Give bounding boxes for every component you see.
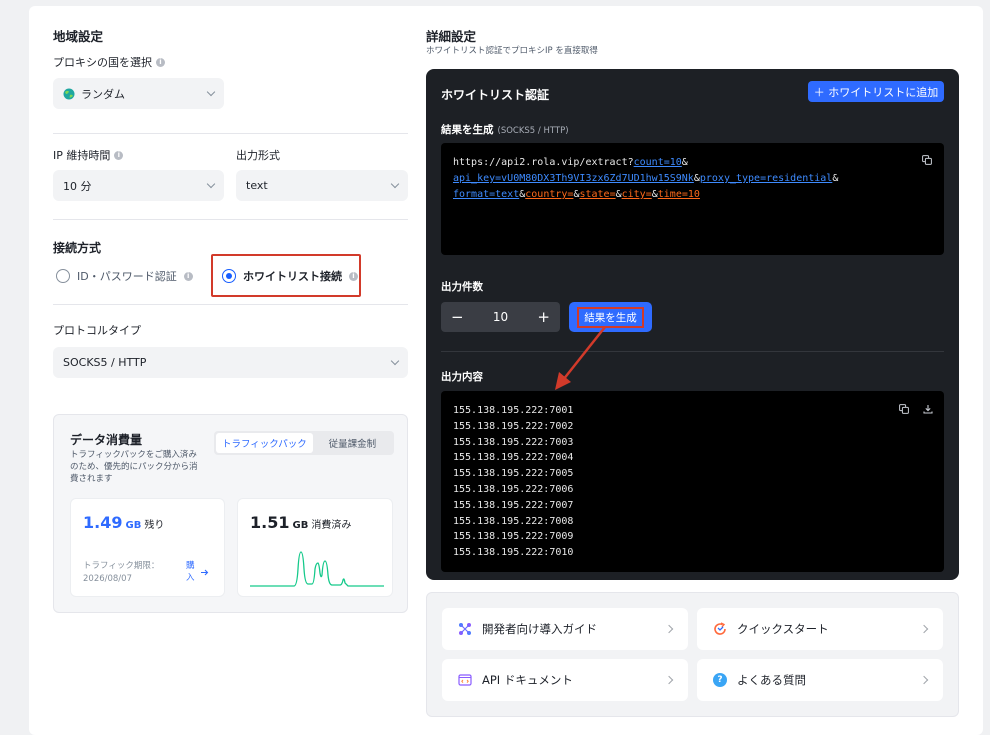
- buy-link[interactable]: 購入: [186, 560, 209, 584]
- protocol-select[interactable]: SOCKS5 / HTTP: [53, 347, 408, 378]
- count-stepper[interactable]: − 10 +: [441, 302, 560, 332]
- info-icon[interactable]: i: [349, 271, 358, 281]
- output-format-select[interactable]: text: [236, 170, 408, 201]
- region-title: 地域設定: [53, 29, 104, 44]
- globe-icon: [63, 88, 75, 99]
- api-docs-icon: [458, 674, 472, 686]
- question-icon: ?: [713, 673, 727, 687]
- output-line: 155.138.195.222:7005: [453, 468, 574, 480]
- radio-button-selected[interactable]: [222, 269, 236, 283]
- api-url[interactable]: https://api2.rola.vip/extract?count=10& …: [453, 155, 913, 203]
- output-format-value: text: [246, 179, 268, 192]
- main-card: 地域設定 プロキシの国を選択 i ランダム IP 維持時間 i 10 分 出力形…: [29, 6, 983, 735]
- output-lines: 155.138.195.222:7001 155.138.195.222:7002…: [453, 403, 573, 561]
- radio-whitelist[interactable]: ホワイトリスト接続 i: [222, 268, 358, 284]
- api-docs-link[interactable]: API ドキュメント: [442, 659, 688, 701]
- output-line: 155.138.195.222:7001: [453, 405, 574, 416]
- radio-password-label: ID・パスワード認証: [77, 270, 177, 283]
- remaining-card: 1.49 GB 残り トラフィック期限： 2026/08/07 購入: [70, 498, 225, 597]
- info-icon[interactable]: i: [114, 150, 124, 160]
- output-line: 155.138.195.222:7002: [453, 420, 574, 432]
- arrow-right-icon: [201, 569, 209, 575]
- divider: [441, 351, 944, 352]
- chevron-right-icon: [919, 624, 929, 634]
- data-usage-title: データ消費量: [70, 433, 143, 447]
- info-icon[interactable]: i: [183, 271, 193, 281]
- count-value[interactable]: 10: [493, 310, 508, 324]
- protocol-value: SOCKS5 / HTTP: [63, 356, 147, 369]
- divider: [53, 219, 408, 220]
- developer-guide-icon: [459, 623, 471, 635]
- data-usage-description: トラフィックパックをご購入済みのため、優先的にパック分から消費されます: [70, 450, 198, 484]
- faq-link[interactable]: ? よくある質問: [697, 659, 943, 701]
- divider: [53, 133, 408, 134]
- count-label: 出力件数: [441, 281, 483, 293]
- chevron-down-icon: [206, 179, 216, 189]
- whitelist-panel: ホワイトリスト認証 ＋ ホワイトリストに追加 結果を生成 (SOCKS5 / H…: [426, 69, 959, 580]
- chevron-down-icon: [206, 87, 216, 97]
- remaining-amount: 1.49 GB 残り: [83, 513, 165, 532]
- usage-tab-group: トラフィックパック 従量課金制: [214, 431, 394, 455]
- add-whitelist-button[interactable]: ＋ ホワイトリストに追加: [808, 81, 944, 102]
- consumed-card: 1.51 GB 消費済み: [237, 498, 393, 597]
- connection-title: 接続方式: [53, 241, 102, 255]
- output-line: 155.138.195.222:7007: [453, 499, 574, 511]
- advanced-subtitle: ホワイトリスト認証でプロキシIP を直接取得: [426, 46, 598, 56]
- ip-duration-select[interactable]: 10 分: [53, 170, 224, 201]
- output-format-label: 出力形式: [236, 149, 280, 162]
- output-box: 155.138.195.222:7001 155.138.195.222:7002…: [441, 391, 944, 572]
- data-usage-panel: データ消費量 トラフィックパックをご購入済みのため、優先的にパック分から消費され…: [53, 414, 408, 613]
- quickstart-icon: [714, 622, 726, 635]
- radio-password[interactable]: ID・パスワード認証 i: [56, 268, 193, 284]
- output-line: 155.138.195.222:7003: [453, 436, 574, 448]
- radio-whitelist-label: ホワイトリスト接続: [243, 270, 342, 283]
- country-select[interactable]: ランダム: [53, 78, 224, 109]
- result-label: 結果を生成 (SOCKS5 / HTTP): [441, 124, 569, 136]
- chevron-right-icon: [664, 624, 674, 634]
- chevron-down-icon: [390, 356, 400, 366]
- advanced-title: 詳細設定: [426, 29, 477, 44]
- info-icon[interactable]: i: [156, 57, 165, 67]
- chevron-right-icon: [919, 675, 929, 685]
- consumed-amount: 1.51 GB 消費済み: [250, 513, 352, 532]
- developer-guide-link[interactable]: 開発者向け導入ガイド: [442, 608, 688, 650]
- ip-duration-label: IP 維持時間 i: [53, 147, 124, 163]
- chevron-right-icon: [664, 675, 674, 685]
- copy-icon[interactable]: [922, 155, 932, 165]
- ip-duration-value: 10 分: [63, 179, 92, 193]
- quickstart-link[interactable]: クイックスタート: [697, 608, 943, 650]
- protocol-label: プロトコルタイプ: [53, 324, 141, 337]
- annotation-arrow: [555, 326, 606, 390]
- tab-traffic-pack[interactable]: トラフィックパック: [216, 433, 313, 453]
- guides-panel: 開発者向け導入ガイド クイックスタート API ドキュメント ? よくある質問: [426, 592, 959, 717]
- copy-icon[interactable]: [899, 404, 909, 414]
- output-label: 出力内容: [441, 371, 483, 383]
- download-icon[interactable]: [923, 404, 933, 414]
- increment-button[interactable]: +: [537, 309, 550, 325]
- radio-button[interactable]: [56, 269, 70, 283]
- output-line: 155.138.195.222:7004: [453, 452, 574, 464]
- output-line: 155.138.195.222:7010: [453, 547, 574, 559]
- output-line: 155.138.195.222:7006: [453, 483, 574, 495]
- chevron-down-icon: [390, 179, 400, 189]
- divider: [53, 304, 408, 305]
- decrement-button[interactable]: −: [451, 309, 464, 325]
- usage-sparkline-chart: [250, 551, 384, 587]
- whitelist-title: ホワイトリスト認証: [441, 88, 550, 102]
- output-line: 155.138.195.222:7009: [453, 531, 574, 543]
- country-label: プロキシの国を選択 i: [53, 54, 165, 70]
- country-value: ランダム: [81, 87, 125, 101]
- expiry-info: トラフィック期限： 2026/08/07: [83, 561, 160, 584]
- output-line: 155.138.195.222:7008: [453, 515, 574, 527]
- api-url-box: https://api2.rola.vip/extract?count=10& …: [441, 143, 944, 255]
- tab-metered[interactable]: 従量課金制: [313, 433, 392, 453]
